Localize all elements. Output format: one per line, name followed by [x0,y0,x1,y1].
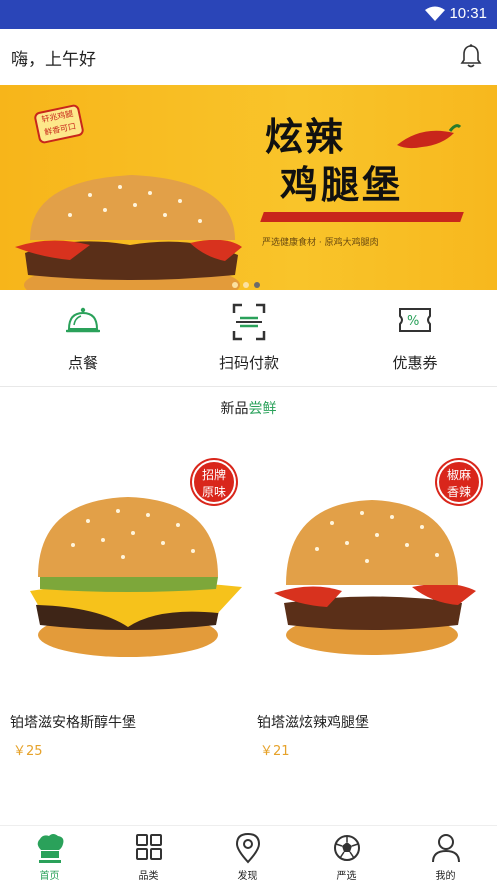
section-title-accent: 尝鲜 [248,401,277,417]
banner-title-line1: 炫辣 [265,114,346,159]
status-bar: 10:31 [0,0,497,29]
tab-category[interactable]: 品类 [99,826,198,884]
svg-text:%: % [407,314,419,329]
tab-profile[interactable]: 我的 [396,826,495,884]
tab-home[interactable]: 首页 [0,826,99,884]
quick-action-label: 优惠券 [392,354,438,372]
banner-underline [260,212,464,222]
tab-label: 严选 [336,871,357,882]
quick-action-scan-pay[interactable]: 扫码付款 [166,290,332,386]
product-name: 铂塔滋安格斯醇牛堡 [10,715,136,731]
carousel-dot[interactable] [232,282,238,288]
greeting-text: 嗨，上午好 [11,50,96,70]
quick-action-label: 点餐 [67,354,98,372]
status-time: 10:31 [449,5,487,22]
tab-label: 发现 [237,871,258,882]
section-title-prefix: 新品 [220,401,249,417]
food-cloche-icon [66,307,100,333]
coupon-icon: % [399,308,431,332]
tab-selection[interactable]: 严选 [297,826,396,884]
carousel-indicator[interactable] [232,273,265,290]
quick-action-label: 扫码付款 [218,354,279,372]
quick-action-coupon[interactable]: % 优惠券 [332,290,497,386]
tab-label: 品类 [138,871,159,882]
banner-burger-image [15,175,242,290]
product-card[interactable]: 椒麻 香辣 铂塔滋炫辣鸡腿堡 ￥21 [257,450,497,770]
quick-actions: 点餐 扫码付款 % 优惠券 [0,290,497,387]
section-title: 新品尝鲜 [0,398,497,418]
carousel-dot[interactable] [243,282,249,288]
carousel-dot-active[interactable] [254,282,260,288]
scan-icon [232,303,266,341]
promo-banner[interactable]: 轩兆鸡腿 鲜香可口 炫辣 鸡腿堡 严选健康食材 · 原鸡大鸡腿肉 [0,85,497,290]
header: 嗨，上午好 [0,29,497,85]
quick-action-order[interactable]: 点餐 [0,290,166,386]
chef-hat-icon [37,834,64,863]
product-price: ￥21 [260,744,290,759]
product-image [30,497,242,657]
product-name: 铂塔滋炫辣鸡腿堡 [257,715,369,731]
bell-icon[interactable] [460,43,482,69]
banner-description: 严选健康食材 · 原鸡大鸡腿肉 [262,238,379,248]
tab-label: 我的 [435,871,456,882]
product-image [274,500,476,655]
tab-label: 首页 [39,871,60,882]
banner-title-line2: 鸡腿堡 [280,162,404,207]
bottom-tab-bar: 首页 品类 发现 严选 我的 [0,825,497,884]
wifi-icon [425,6,445,21]
chili-pepper-icon [397,124,462,149]
badge-line1: 椒麻 [446,468,471,482]
grid-icon [136,834,162,860]
location-pin-icon [235,832,261,864]
football-icon [334,835,360,861]
user-icon [432,834,460,863]
product-price: ￥25 [13,744,43,759]
badge-line1: 招牌 [201,468,226,482]
tab-discover[interactable]: 发现 [198,826,297,884]
product-card[interactable]: 招牌 原味 铂塔滋安格斯醇牛堡 ￥25 [10,450,250,770]
